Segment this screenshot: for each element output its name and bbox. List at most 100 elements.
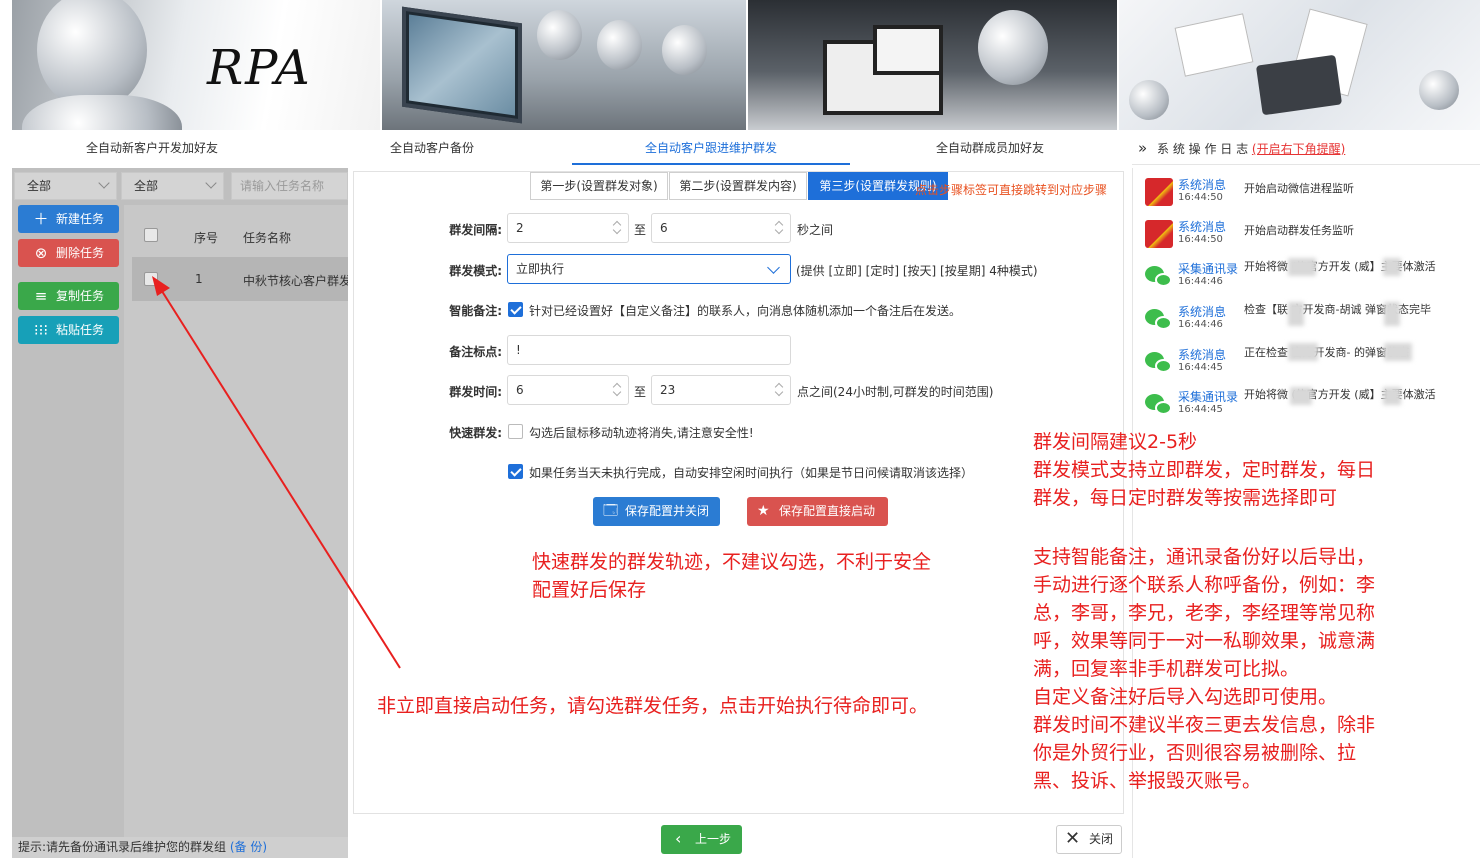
backup-link[interactable]: (备 份): [230, 840, 267, 854]
laptop-image: [1255, 54, 1343, 116]
log-item-title: 采集通讯录: [1178, 262, 1239, 276]
delete-task-button[interactable]: ⊗ 删除任务: [18, 239, 119, 267]
chevron-down-icon: [767, 261, 780, 274]
wechat-icon: [1145, 305, 1173, 333]
spinner-icon[interactable]: [774, 221, 784, 235]
mark-input[interactable]: !: [507, 335, 791, 365]
auto-schedule-text: 如果任务当天未执行完成，自动安排空闲时间执行（如果是节日问候请取消该选择）: [529, 466, 974, 480]
time-to-value: 23: [660, 383, 676, 397]
copy-task-button[interactable]: ≡ 复制任务: [18, 282, 119, 310]
log-header: » 系 统 操 作 日 志 (开启右下角提醒): [1132, 131, 1480, 165]
time-from-value: 6: [516, 383, 524, 397]
tab-customer-backup[interactable]: 全自动客户备份: [292, 131, 572, 165]
redaction-blur: [1383, 258, 1401, 276]
log-item-time: 16:44:46: [1178, 319, 1223, 330]
spinner-icon[interactable]: [612, 383, 622, 397]
row-checkbox[interactable]: [144, 272, 158, 286]
star-icon: ★: [757, 503, 770, 519]
annotation-line: 支持智能备注，通讯录备份好以后导出，: [1033, 546, 1376, 568]
log-item-message: 开始将微 (信官方开发 (威】主要体激活: [1244, 260, 1436, 273]
banner-rpa: RPA: [12, 0, 380, 130]
log-item-title: 系统消息: [1178, 305, 1227, 319]
log-title: 系 统 操 作 日 志: [1157, 142, 1249, 156]
spinner-icon[interactable]: [612, 221, 622, 235]
annotation-line: 黑、投诉、举报毁灭账号。: [1033, 770, 1262, 792]
mode-select[interactable]: 立即执行: [507, 254, 791, 284]
column-header-name: 任务名称: [243, 231, 292, 245]
chevron-left-icon: ‹: [675, 829, 682, 848]
smart-note-checkbox[interactable]: [508, 302, 523, 317]
log-item-time: 16:44:46: [1178, 276, 1223, 287]
mode-note: (提供 [立即] [定时] [按天] [按星期] 4种模式): [796, 264, 1038, 278]
annotation-smart-note: 支持智能备注，通讯录备份好以后导出， 手动进行逐个联系人称呼备份，例如：李 总，…: [1033, 543, 1375, 795]
grid-icon: ⁝⁝⁝: [33, 321, 49, 339]
log-item-message: 正在检查 官方开发商- 的弹窗状态: [1244, 346, 1409, 359]
spinner-icon[interactable]: [774, 383, 784, 397]
task-search-input[interactable]: 请输入任务名称: [231, 172, 348, 200]
redaction-blur: [1288, 343, 1318, 361]
interval-to-input[interactable]: 6: [651, 213, 791, 243]
tab-new-customer[interactable]: 全自动新客户开发加好友: [12, 131, 292, 165]
hint-text: 提示:请先备份通讯录后维护您的群发组: [18, 840, 227, 854]
previous-step-button[interactable]: ‹ 上一步: [661, 825, 742, 854]
monitor-image: [402, 6, 522, 124]
annotation-start-task: 非立即直接启动任务，请勾选群发任务，点击开始执行待命即可。: [377, 695, 929, 717]
robot-image: [597, 20, 642, 70]
annotation-line: 快速群发的群发轨迹，不建议勾选，不利于安全: [532, 551, 932, 573]
row-task-name: 中秋节核心客户群发: [243, 274, 348, 288]
tab-step-2[interactable]: 第二步(设置群发内容): [669, 172, 807, 200]
filter-select-2[interactable]: 全部: [121, 172, 224, 200]
banner-robot-charts: [748, 0, 1117, 130]
robot-image: [37, 0, 147, 110]
annotation-line: 配置好后保存: [532, 579, 647, 601]
time-sep: 至: [634, 385, 647, 399]
auto-schedule-checkbox[interactable]: [508, 464, 523, 479]
banner-desk-robots: [1119, 0, 1480, 130]
time-from-input[interactable]: 6: [507, 375, 629, 405]
filter-select-1[interactable]: 全部: [14, 172, 117, 200]
mode-label: 群发模式:: [449, 264, 502, 278]
interval-to-value: 6: [660, 221, 668, 235]
annotation-line: 手动进行逐个联系人称呼备份，例如：李: [1033, 574, 1376, 596]
task-table: 序号 任务名称 1 中秋节核心客户群发: [124, 205, 348, 837]
annotation-quick: 快速群发的群发轨迹，不建议勾选，不利于安全 配置好后保存: [532, 548, 931, 604]
new-task-button[interactable]: ＋ 新建任务: [18, 205, 119, 233]
log-item-time: 16:44:45: [1178, 362, 1223, 373]
annotation-line: 你是外贸行业，否则很容易被删除、拉: [1033, 742, 1357, 764]
quick-checkbox[interactable]: [508, 424, 523, 439]
select-all-checkbox[interactable]: [144, 228, 158, 242]
log-item-time: 16:44:45: [1178, 404, 1223, 415]
close-button[interactable]: ✕ 关闭: [1056, 825, 1122, 854]
avatar: [1145, 178, 1173, 206]
robot-image: [537, 10, 582, 60]
interval-sep: 至: [634, 223, 647, 237]
delete-task-label: 删除任务: [56, 246, 105, 260]
log-item-time: 16:44:50: [1178, 234, 1223, 245]
save-close-button[interactable]: 🗔 保存配置并关闭: [593, 497, 720, 526]
redaction-blur: [1288, 302, 1304, 326]
interval-from-input[interactable]: 2: [507, 213, 629, 243]
close-label: 关闭: [1089, 832, 1114, 846]
chart-monitor-image: [873, 25, 943, 75]
redaction-blur: [1384, 343, 1412, 361]
log-item-time: 16:44:50: [1178, 192, 1223, 203]
chevron-down-icon: [205, 177, 217, 189]
enable-notification-link[interactable]: (开启右下角提醒): [1252, 142, 1345, 156]
redaction-blur: [1383, 387, 1401, 405]
save-icon: 🗔: [603, 503, 619, 519]
wechat-icon: [1145, 262, 1173, 290]
save-start-button[interactable]: ★ 保存配置直接启动: [747, 497, 888, 526]
log-item: 系统消息 16:44:50 开始启动群发任务监听: [1145, 218, 1475, 258]
close-icon: ✕: [1065, 828, 1081, 849]
redaction-blur: [1290, 387, 1312, 405]
time-to-input[interactable]: 23: [651, 375, 791, 405]
log-item-title: 采集通讯录: [1178, 390, 1239, 404]
tab-customer-followup[interactable]: 全自动客户跟进维护群发: [572, 131, 850, 165]
tab-step-1[interactable]: 第一步(设置群发对象): [530, 172, 668, 200]
tab-group-member-add[interactable]: 全自动群成员加好友: [850, 131, 1130, 165]
paste-task-button[interactable]: ⁝⁝⁝ 粘贴任务: [18, 316, 119, 344]
wechat-icon: [1145, 348, 1173, 376]
redaction-blur: [1288, 258, 1316, 276]
robot-image: [1419, 70, 1459, 110]
quick-text: 勾选后鼠标移动轨迹将消失,请注意安全性!: [529, 426, 754, 440]
